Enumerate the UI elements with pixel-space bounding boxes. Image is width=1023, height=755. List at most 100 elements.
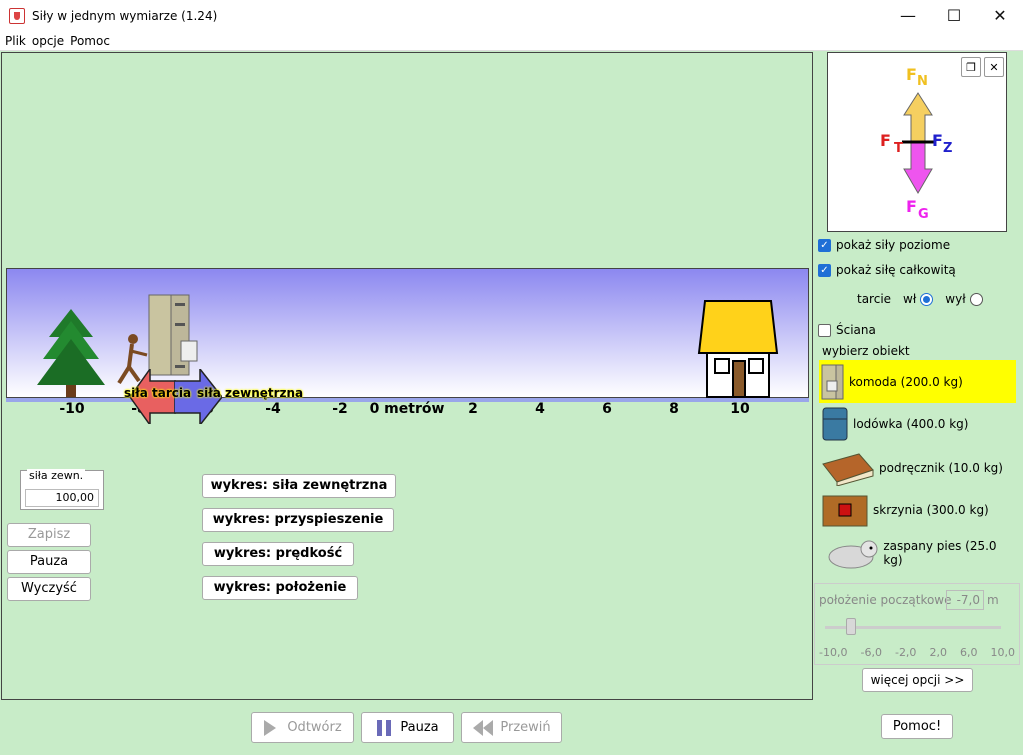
window-icon[interactable]: ❐ <box>961 57 981 77</box>
play-icon <box>264 719 277 736</box>
initial-position-slider[interactable] <box>846 618 857 635</box>
friction-on-radio[interactable] <box>920 292 934 306</box>
checkbox-icon <box>818 323 831 337</box>
crate-icon <box>822 495 868 527</box>
slider-tick-label: 10,0 <box>990 646 1015 659</box>
slider-tick-label: -6,0 <box>860 646 882 659</box>
applied-force-label: siła zewnętrzna <box>197 386 304 400</box>
clear-button[interactable]: Wyczyść <box>7 577 91 601</box>
initial-position-panel: położenie początkowe -7,0 m -10,0 -6,0 -… <box>814 583 1020 665</box>
ft-label: F <box>880 131 891 150</box>
tick-label: 10 <box>730 401 750 417</box>
tick-label: 6 <box>602 401 612 417</box>
friction-off-label: wył <box>945 292 966 306</box>
friction-force-label: siła tarcia <box>124 386 192 400</box>
applied-force-input[interactable]: 100,00 <box>25 489 99 507</box>
help-button[interactable]: Pomoc! <box>881 714 953 739</box>
menu-options[interactable]: opcje <box>32 34 64 48</box>
object-label: podręcznik (10.0 kg) <box>879 461 1003 475</box>
object-dog[interactable]: zaspany pies (25.0 kg) <box>819 533 1016 573</box>
tick-label: 8 <box>669 401 679 417</box>
show-horizontal-label: pokaż siły poziome <box>836 238 951 252</box>
checkbox-icon: ✓ <box>818 263 831 277</box>
tick-label: -4 <box>265 401 281 417</box>
friction-toggle: tarcie wł wył <box>857 292 983 306</box>
slider-tick-label: 2,0 <box>929 646 947 659</box>
tools-icon[interactable]: ✕ <box>984 57 1004 77</box>
slider-tick-label: 6,0 <box>959 646 978 659</box>
tick-label: 4 <box>535 401 545 417</box>
slider-tick-label: -10,0 <box>819 646 848 659</box>
title-bar: Siły w jednym wymiarze (1.24) — ☐ ✕ <box>0 0 1023 31</box>
initial-position-input[interactable]: -7,0 <box>946 590 984 610</box>
wall-label: Ściana <box>836 323 876 337</box>
tick-label: 0 metrów <box>369 401 445 417</box>
fg-sub: G <box>918 207 929 222</box>
fz-sub: Z <box>943 141 953 156</box>
menu-file[interactable]: Plik <box>5 34 26 48</box>
fridge-icon <box>822 407 848 441</box>
applied-force-panel: siła zewn. 100,00 <box>20 469 104 510</box>
menu-bar: Plik opcje Pomoc <box>0 31 1023 51</box>
object-crate[interactable]: skrzynia (300.0 kg) <box>819 490 1016 530</box>
menu-help[interactable]: Pomoc <box>70 34 110 48</box>
fg-label: F <box>906 197 917 216</box>
maximize-button[interactable]: ☐ <box>931 0 977 31</box>
wall-checkbox[interactable]: Ściana <box>818 323 876 337</box>
show-total-force-checkbox[interactable]: ✓ pokaż siłę całkowitą <box>818 263 956 277</box>
house-icon <box>697 300 779 398</box>
initial-position-unit: m <box>987 593 999 607</box>
pause-button[interactable]: Pauza <box>7 550 91 574</box>
cabinet-icon <box>821 364 844 399</box>
object-cabinet[interactable]: komoda (200.0 kg) <box>819 360 1016 403</box>
play-label: Odtwórz <box>287 720 342 735</box>
object-label: skrzynia (300.0 kg) <box>873 503 989 517</box>
java-app-icon <box>9 7 25 24</box>
close-button[interactable]: ✕ <box>977 0 1023 31</box>
fz-label: F <box>932 131 943 150</box>
object-label: zaspany pies (25.0 kg) <box>883 539 997 567</box>
graph-acceleration-button[interactable]: wykres: przyspieszenie <box>202 508 394 532</box>
rewind-button[interactable]: Przewiń <box>461 712 562 743</box>
pause-playback-button[interactable]: Pauza <box>361 712 454 743</box>
dog-icon <box>828 540 878 569</box>
minimize-button[interactable]: — <box>885 0 931 31</box>
graph-position-button[interactable]: wykres: położenie <box>202 576 358 600</box>
tree-icon <box>37 309 105 397</box>
choose-object-label: wybierz obiekt <box>822 344 910 358</box>
checkbox-icon: ✓ <box>818 238 831 252</box>
graph-applied-force-button[interactable]: wykres: siła zewnętrzna <box>202 474 396 498</box>
object-book[interactable]: podręcznik (10.0 kg) <box>819 448 1016 488</box>
show-horizontal-forces-checkbox[interactable]: ✓ pokaż siły poziome <box>818 238 950 252</box>
play-button[interactable]: Odtwórz <box>251 712 354 743</box>
applied-force-legend: siła zewn. <box>27 469 86 482</box>
show-total-label: pokaż siłę całkowitą <box>836 263 956 277</box>
object-label: komoda (200.0 kg) <box>849 374 963 389</box>
ft-sub: T <box>894 141 903 156</box>
window-title: Siły w jednym wymiarze (1.24) <box>32 8 218 23</box>
pause-label: Pauza <box>400 720 439 735</box>
initial-position-label: położenie początkowe <box>819 593 952 607</box>
friction-off-radio[interactable] <box>969 292 983 306</box>
object-fridge[interactable]: lodówka (400.0 kg) <box>819 405 1016 443</box>
cabinet-icon <box>148 294 198 376</box>
fn-sub: N <box>917 74 928 89</box>
pause-icon <box>377 719 392 736</box>
tick-label: -2 <box>332 401 348 417</box>
tick-label: 2 <box>468 401 478 417</box>
tick-label: -10 <box>59 401 85 417</box>
scene-track <box>6 268 809 398</box>
fn-label: F <box>906 65 917 84</box>
graph-velocity-button[interactable]: wykres: prędkość <box>202 542 354 566</box>
object-label: lodówka (400.0 kg) <box>853 417 969 431</box>
save-button[interactable]: Zapisz <box>7 523 91 547</box>
slider-tick-label: -2,0 <box>894 646 917 659</box>
more-options-button[interactable]: więcej opcji >> <box>862 668 973 692</box>
rewind-icon <box>473 719 494 736</box>
vertical-forces-icon <box>902 92 934 194</box>
friction-label: tarcie <box>857 292 892 306</box>
free-body-diagram: ❐ ✕ F N F T F Z F G <box>827 52 1007 232</box>
friction-on-label: wł <box>903 292 917 306</box>
rewind-label: Przewiń <box>500 720 551 735</box>
book-icon <box>822 453 874 486</box>
